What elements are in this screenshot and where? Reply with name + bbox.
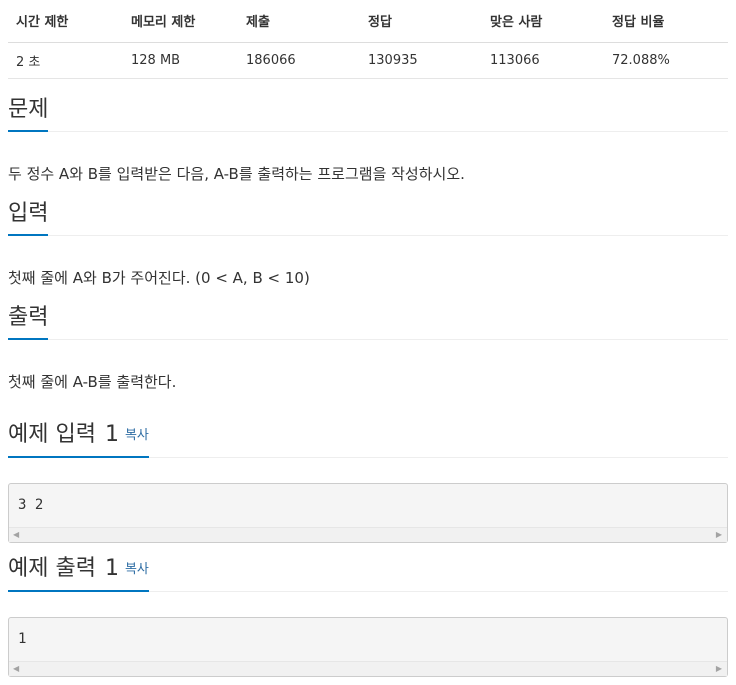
input-headline: 입력: [8, 200, 728, 236]
problem-description: 두 정수 A와 B를 입력받은 다음, A-B를 출력하는 프로그램을 작성하시…: [8, 165, 465, 183]
output-description: 첫째 줄에 A-B를 출력한다.: [8, 373, 177, 391]
scroll-right-icon[interactable]: ▶: [716, 665, 722, 673]
sample-output-box: 1 ◀ ▶: [8, 617, 728, 677]
value-accepted: 130935: [360, 42, 482, 79]
input-title: 입력: [8, 200, 49, 236]
header-accepted: 정답: [360, 0, 482, 43]
value-submissions: 186066: [238, 42, 360, 79]
value-memory-limit: 128 MB: [123, 42, 238, 79]
problem-title: 문제: [8, 96, 49, 132]
sample-input-headline: 예제 입력 1 복사: [8, 421, 728, 458]
info-value-row: 2 초 128 MB 186066 130935 113066 72.088%: [8, 42, 728, 79]
sample-input-title-text: 예제 입력: [8, 422, 96, 447]
input-description: 첫째 줄에 A와 B가 주어진다. (0 < A, B < 10): [8, 269, 310, 287]
sample-input-number: 1: [104, 422, 119, 447]
problem-headline: 문제: [8, 96, 728, 132]
scroll-right-icon[interactable]: ▶: [716, 531, 722, 539]
sample-input-scrollbar[interactable]: ◀ ▶: [9, 527, 727, 542]
sample-input-title: 예제 입력 1 복사: [8, 421, 149, 458]
problem-info-table: 시간 제한 메모리 제한 제출 정답 맞은 사람 정답 비율 2 초 128 M…: [8, 0, 728, 79]
sample-output-title-text: 예제 출력: [8, 556, 96, 581]
sample-input-box: 3 2 ◀ ▶: [8, 483, 728, 543]
value-solved-users: 113066: [482, 42, 604, 79]
header-time-limit: 시간 제한: [8, 0, 123, 43]
value-accept-ratio: 72.088%: [604, 42, 728, 79]
header-memory-limit: 메모리 제한: [123, 0, 238, 43]
header-accept-ratio: 정답 비율: [604, 0, 728, 43]
sample-output-copy-button[interactable]: 복사: [125, 562, 149, 577]
sample-output-title: 예제 출력 1 복사: [8, 555, 149, 592]
header-submissions: 제출: [238, 0, 360, 43]
sample-output-number: 1: [104, 556, 119, 581]
sample-input-content: 3 2: [18, 497, 44, 513]
sample-output-content: 1: [18, 631, 27, 647]
sample-output-scrollbar[interactable]: ◀ ▶: [9, 661, 727, 676]
scroll-left-icon[interactable]: ◀: [13, 665, 19, 673]
info-header-row: 시간 제한 메모리 제한 제출 정답 맞은 사람 정답 비율: [8, 0, 728, 43]
scroll-left-icon[interactable]: ◀: [13, 531, 19, 539]
sample-output-headline: 예제 출력 1 복사: [8, 555, 728, 592]
header-solved-users: 맞은 사람: [482, 0, 604, 43]
output-title: 출력: [8, 304, 49, 340]
output-headline: 출력: [8, 304, 728, 340]
value-time-limit: 2 초: [8, 42, 123, 79]
sample-input-copy-button[interactable]: 복사: [125, 428, 149, 443]
